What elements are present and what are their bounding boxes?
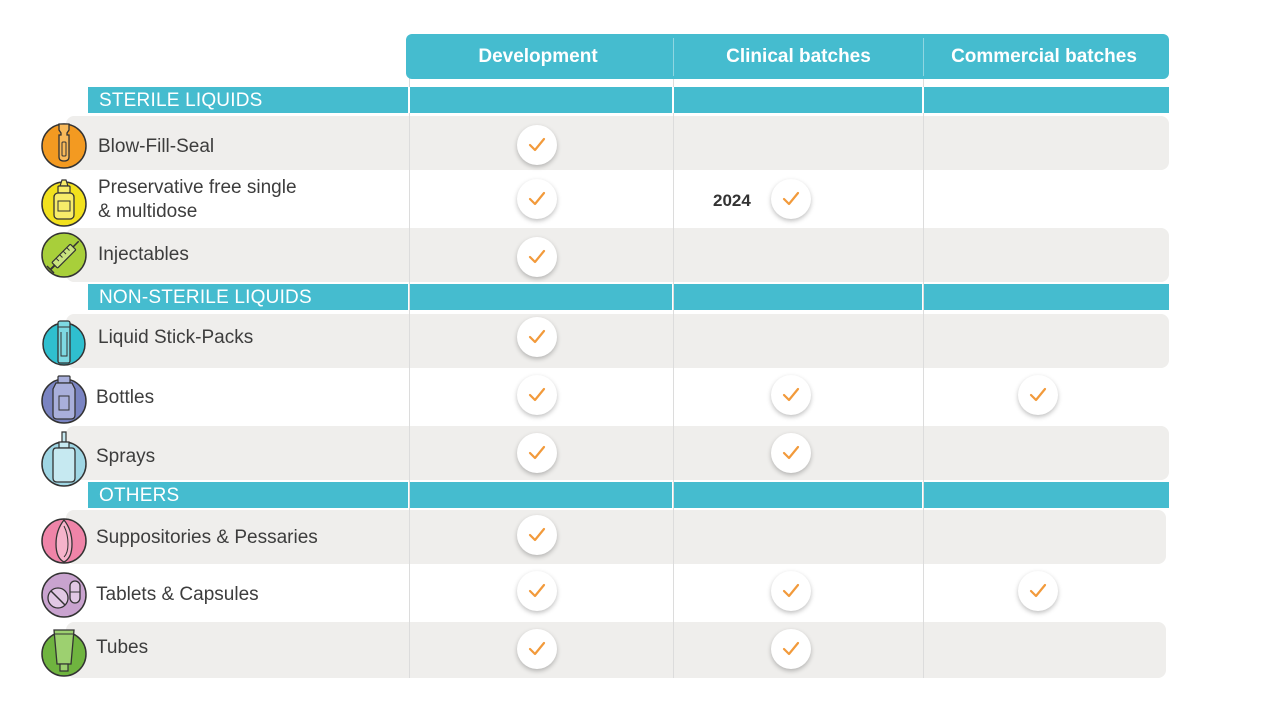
column-divider [923,116,924,678]
row-label-liquid-stick-packs: Liquid Stick-Packs [98,327,254,348]
check-icon [1029,387,1047,402]
suppository-icon [40,516,88,564]
check-icon [782,387,800,402]
checkmark-commercial [1018,571,1058,611]
column-header-commercial: Commercial batches [951,46,1137,67]
table-row [66,228,1169,282]
checkmark-development [517,629,557,669]
check-icon [782,191,800,206]
row-label-tubes: Tubes [96,637,149,658]
check-icon [528,137,546,152]
vial-icon [40,118,88,169]
row-label-bottles: Bottles [96,387,155,408]
section-divider [672,87,674,113]
row-label-blow-fill-seal: Blow-Fill-Seal [98,136,215,157]
check-icon [528,583,546,598]
spray-icon [40,430,88,487]
checkmark-development [517,179,557,219]
table-row [66,426,1169,480]
availability-year: 2024 [713,191,751,210]
checkmark-development [517,433,557,473]
section-title-others: OTHERS [99,485,180,506]
section-title-sterile: STERILE LIQUIDS [99,90,263,111]
checkmark-development [517,125,557,165]
checkmark-commercial [1018,375,1058,415]
check-icon [782,445,800,460]
section-bar-others [88,482,1169,508]
tube-icon [40,626,88,677]
row-label-injectables: Injectables [98,244,189,265]
check-icon [528,641,546,656]
row-label-tablets-capsules: Tablets & Capsules [96,584,259,605]
column-divider [409,116,410,678]
bottle-icon [40,374,88,424]
checkmark-clinical [771,433,811,473]
checkmark-development [517,317,557,357]
check-icon [1029,583,1047,598]
row-label-preservative-free-line1: Preservative free single [98,177,297,198]
dropper-bottle-icon [40,177,88,227]
check-icon [528,445,546,460]
checkmark-clinical [771,629,811,669]
table-row [66,622,1166,678]
syringe-icon [40,230,88,278]
checkmark-development [517,375,557,415]
checkmark-development [517,571,557,611]
check-icon [782,583,800,598]
column-divider [673,116,674,678]
check-icon [528,191,546,206]
table-row [66,116,1169,170]
stick-pack-icon [40,318,88,366]
checkmark-clinical [771,179,811,219]
checkmark-development [517,237,557,277]
row-label-preservative-free-line2: & multidose [98,201,198,222]
section-divider [408,87,410,113]
check-icon [528,527,546,542]
check-icon [782,641,800,656]
section-title-non-sterile: NON-STERILE LIQUIDS [99,287,312,308]
tablet-capsule-icon [40,571,88,619]
check-icon [528,329,546,344]
section-divider [922,87,924,113]
checkmark-clinical [771,375,811,415]
check-icon [528,387,546,402]
row-label-suppositories: Suppositories & Pessaries [96,527,318,548]
check-icon [528,249,546,264]
column-header-development: Development [478,46,598,67]
checkmark-clinical [771,571,811,611]
checkmark-development [517,515,557,555]
row-label-sprays: Sprays [96,446,156,467]
column-header-clinical: Clinical batches [726,46,871,67]
